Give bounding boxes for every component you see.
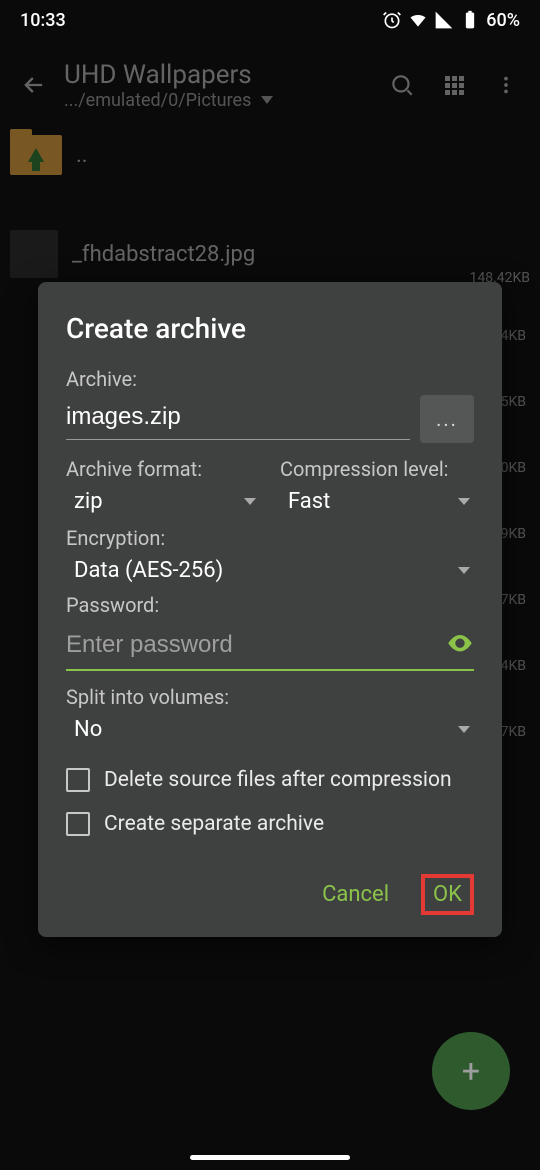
checkbox-icon xyxy=(66,812,90,836)
folder-up-icon xyxy=(10,135,62,175)
arrow-left-icon xyxy=(20,71,48,99)
compression-dropdown[interactable]: Fast xyxy=(280,485,474,520)
app-actions xyxy=(388,71,528,99)
encryption-dropdown[interactable]: Data (AES-256) xyxy=(66,554,474,589)
encryption-label: Encryption: xyxy=(66,526,474,550)
view-grid-button[interactable] xyxy=(440,71,468,99)
password-input[interactable] xyxy=(66,621,474,671)
chevron-down-icon xyxy=(244,498,256,505)
status-right: 60% xyxy=(382,10,520,31)
add-fab[interactable]: + xyxy=(432,1032,510,1110)
list-item[interactable]: _fhdabstract28.jpg 148.42KB xyxy=(10,220,530,288)
title-block[interactable]: UHD Wallpapers .../emulated/0/Pictures xyxy=(64,60,388,111)
file-name: _fhdabstract28.jpg xyxy=(72,242,530,267)
status-time: 10:33 xyxy=(20,10,66,31)
format-dropdown[interactable]: zip xyxy=(66,485,260,520)
page-title: UHD Wallpapers xyxy=(64,60,388,90)
browse-button[interactable]: ... xyxy=(420,395,474,443)
dropdown-caret-icon xyxy=(261,96,273,104)
encryption-value: Data (AES-256) xyxy=(74,558,223,583)
chevron-down-icon xyxy=(458,498,470,505)
create-archive-dialog: Create archive Archive: ... Archive form… xyxy=(38,282,502,937)
delete-source-label: Delete source files after compression xyxy=(104,768,452,792)
chevron-down-icon xyxy=(458,567,470,574)
battery-percent: 60% xyxy=(486,10,520,31)
more-button[interactable] xyxy=(492,71,520,99)
chevron-down-icon xyxy=(458,726,470,733)
plus-icon: + xyxy=(462,1052,480,1090)
search-icon xyxy=(389,72,415,98)
separate-archive-label: Create separate archive xyxy=(104,812,324,836)
dialog-title: Create archive xyxy=(66,312,474,345)
split-value: No xyxy=(74,717,102,742)
compression-label: Compression level: xyxy=(280,457,474,481)
parent-folder-label: .. xyxy=(76,143,530,168)
checkbox-icon xyxy=(66,768,90,792)
format-value: zip xyxy=(74,489,103,514)
more-vertical-icon xyxy=(495,74,517,96)
breadcrumb: .../emulated/0/Pictures xyxy=(64,90,388,111)
search-button[interactable] xyxy=(388,71,416,99)
separate-archive-checkbox[interactable]: Create separate archive xyxy=(66,802,474,846)
split-dropdown[interactable]: No xyxy=(66,713,474,748)
nav-indicator xyxy=(190,1155,350,1160)
archive-name-input[interactable] xyxy=(66,399,410,440)
thumbnail-icon xyxy=(10,230,58,278)
alarm-icon xyxy=(382,10,402,30)
breadcrumb-path: .../emulated/0/Pictures xyxy=(64,90,251,111)
cancel-button[interactable]: Cancel xyxy=(310,874,401,915)
password-label: Password: xyxy=(66,593,474,617)
split-label: Split into volumes: xyxy=(66,685,474,709)
delete-source-checkbox[interactable]: Delete source files after compression xyxy=(66,758,474,802)
compression-value: Fast xyxy=(288,489,330,514)
signal-icon xyxy=(434,10,454,30)
battery-icon xyxy=(460,10,480,30)
wifi-icon xyxy=(408,10,428,30)
visibility-icon[interactable] xyxy=(446,629,474,657)
grid-icon xyxy=(442,73,466,97)
ok-highlight: OK xyxy=(421,874,474,915)
archive-label: Archive: xyxy=(66,367,474,391)
parent-folder-row[interactable]: .. xyxy=(10,130,530,180)
ok-button[interactable]: OK xyxy=(433,882,462,907)
app-bar: UHD Wallpapers .../emulated/0/Pictures xyxy=(0,40,540,130)
format-label: Archive format: xyxy=(66,457,260,481)
back-button[interactable] xyxy=(12,63,56,107)
status-bar: 10:33 60% xyxy=(0,0,540,40)
